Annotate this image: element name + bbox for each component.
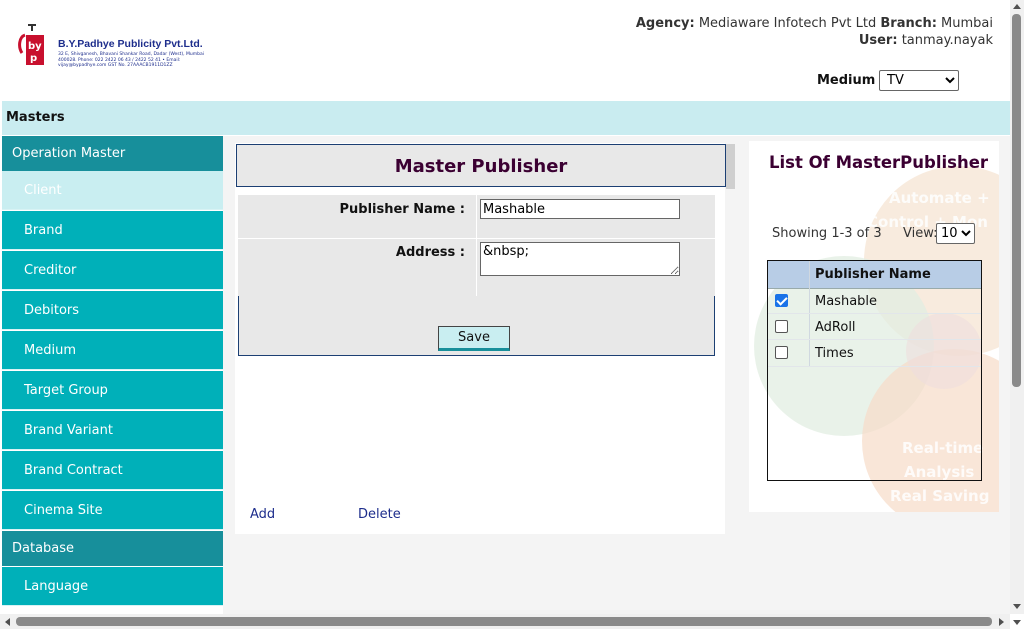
masters-bar-label: Masters bbox=[6, 110, 65, 125]
horizontal-scroll-thumb[interactable] bbox=[16, 617, 992, 626]
sidebar-item-brand-contract[interactable]: Brand Contract bbox=[2, 451, 223, 490]
view-label: View: bbox=[903, 226, 938, 241]
list-title: List Of MasterPublisher bbox=[769, 153, 989, 172]
add-link[interactable]: Add bbox=[250, 507, 275, 522]
medium-select[interactable]: TV bbox=[879, 70, 959, 91]
column-header-publisher-name[interactable]: Publisher Name bbox=[815, 267, 931, 282]
publisher-name-label: Publisher Name : bbox=[339, 202, 466, 217]
sidebar-item-cinema-site[interactable]: Cinema Site bbox=[2, 491, 223, 530]
medium-label: Medium bbox=[817, 73, 876, 88]
scroll-right-arrow-icon[interactable] bbox=[996, 617, 1006, 627]
watermark-line-5: Real Saving bbox=[890, 487, 989, 505]
grid-header: Publisher Name bbox=[768, 261, 981, 289]
watermark-line-1: Automate + bbox=[889, 189, 990, 207]
form-column-divider bbox=[476, 195, 477, 296]
address-textarea[interactable]: &nbsp; bbox=[480, 242, 680, 276]
branch-value: Mumbai bbox=[941, 16, 993, 31]
sidebar-item-creditor[interactable]: Creditor bbox=[2, 251, 223, 290]
sidebar-item-brand[interactable]: Brand bbox=[2, 211, 223, 250]
form-title-box: Master Publisher bbox=[236, 144, 726, 187]
logo-mark-icon: by p bbox=[18, 24, 44, 65]
publisher-grid: Publisher Name Mashable AdRoll Times bbox=[767, 260, 982, 481]
save-button[interactable]: Save bbox=[438, 326, 510, 351]
table-row[interactable]: Mashable bbox=[768, 288, 981, 314]
sidebar-item-language[interactable]: Language bbox=[2, 567, 223, 606]
row-checkbox[interactable] bbox=[775, 320, 788, 333]
sidebar-item-debitors[interactable]: Debitors bbox=[2, 291, 223, 330]
agency-label: Agency: bbox=[635, 16, 695, 31]
showing-count: Showing 1-3 of 3 bbox=[772, 226, 882, 241]
agency-info: Agency: Mediaware Infotech Pvt Ltd Branc… bbox=[636, 16, 993, 31]
vertical-scroll-thumb[interactable] bbox=[1012, 14, 1021, 387]
sidebar-item-medium[interactable]: Medium bbox=[2, 331, 223, 370]
svg-text:p: p bbox=[30, 53, 37, 64]
row-checkbox[interactable] bbox=[775, 346, 788, 359]
masters-bar: Masters bbox=[2, 101, 1010, 135]
sidebar-heading-database[interactable]: Database bbox=[2, 531, 223, 566]
row-publisher-name: Times bbox=[815, 346, 854, 361]
user-label: User: bbox=[858, 33, 898, 48]
company-logo: by p B.Y.Padhye Publicity Pvt.Ltd. 32 E,… bbox=[18, 18, 218, 70]
address-label: Address : bbox=[395, 245, 465, 260]
user-value: tanmay.nayak bbox=[901, 33, 993, 48]
scroll-down-arrow-icon[interactable] bbox=[1012, 601, 1022, 611]
logo-company-name: B.Y.Padhye Publicity Pvt.Ltd. bbox=[58, 38, 203, 50]
sidebar-item-target-group[interactable]: Target Group bbox=[2, 371, 223, 410]
svg-text:by: by bbox=[28, 41, 42, 52]
user-info: User: tanmay.nayak bbox=[859, 33, 993, 48]
row-publisher-name: Mashable bbox=[815, 294, 878, 309]
delete-link[interactable]: Delete bbox=[358, 507, 401, 522]
sidebar-heading-operation-master[interactable]: Operation Master bbox=[2, 136, 223, 171]
row-checkbox[interactable] bbox=[775, 294, 788, 307]
row-publisher-name: AdRoll bbox=[815, 320, 856, 335]
row-divider bbox=[768, 366, 981, 367]
scroll-down-arrow-icon[interactable] bbox=[1012, 617, 1022, 627]
sidebar-item-brand-variant[interactable]: Brand Variant bbox=[2, 411, 223, 450]
table-row[interactable]: AdRoll bbox=[768, 314, 981, 340]
page-size-select[interactable]: 10 bbox=[936, 223, 975, 244]
branch-label: Branch: bbox=[880, 16, 937, 31]
sidebar-item-client[interactable]: Client bbox=[2, 171, 223, 210]
form-title: Master Publisher bbox=[394, 156, 568, 177]
scroll-up-arrow-icon[interactable] bbox=[1012, 2, 1022, 12]
table-row[interactable]: Times bbox=[768, 340, 981, 366]
form-title-shadow bbox=[726, 144, 735, 189]
agency-value: Mediaware Infotech Pvt Ltd bbox=[698, 16, 877, 31]
sidebar: Operation Master Client Brand Creditor D… bbox=[2, 136, 223, 614]
publisher-name-input[interactable] bbox=[480, 199, 680, 219]
scroll-left-arrow-icon[interactable] bbox=[3, 617, 13, 627]
logo-address: 32 E, Shivganesh, Bhavani Shankar Road, … bbox=[58, 52, 204, 68]
